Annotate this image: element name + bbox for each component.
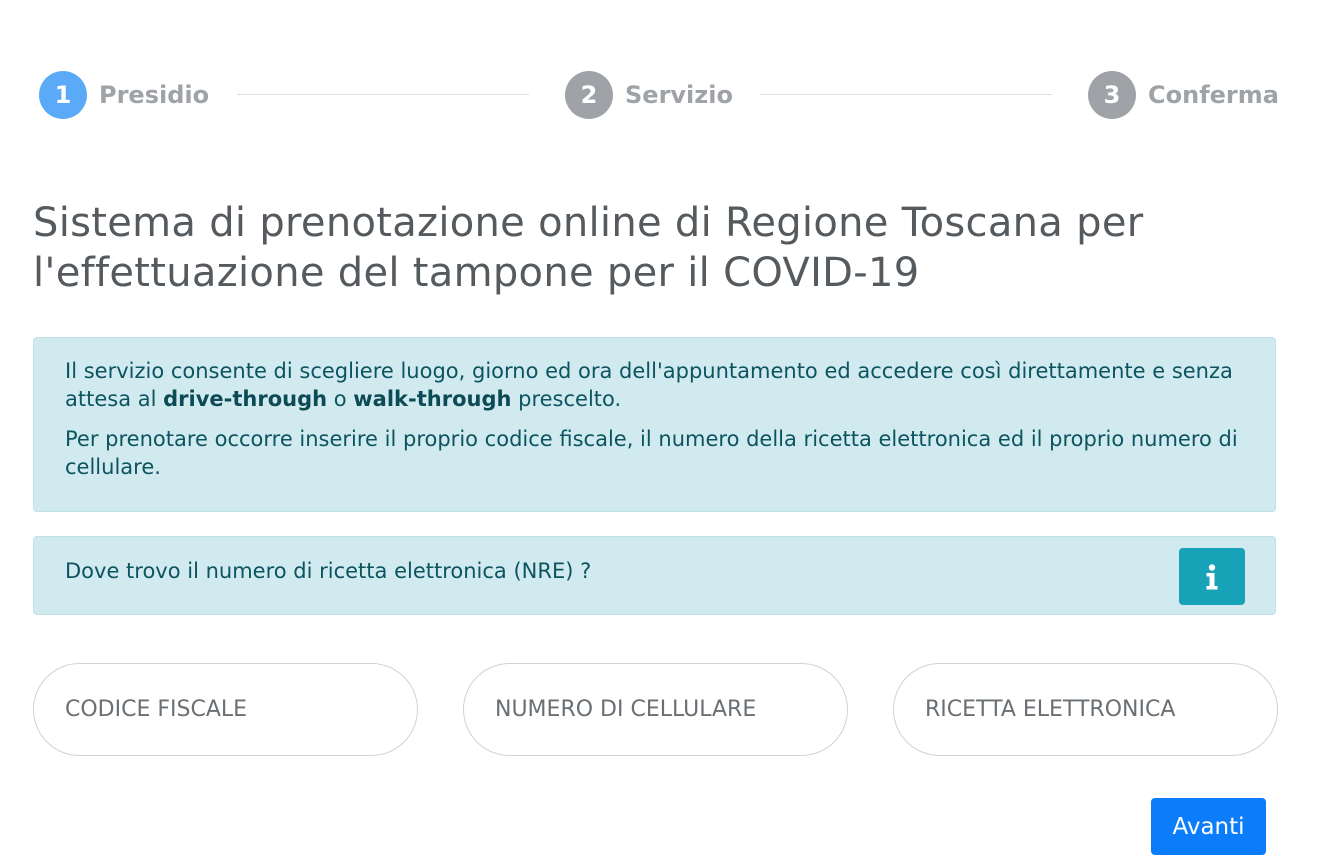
step-servizio: 2 Servizio [565,71,733,119]
info-text: prescelto. [511,387,622,411]
next-button[interactable]: Avanti [1151,798,1266,855]
nre-help-alert: Dove trovo il numero di ricetta elettron… [33,536,1276,615]
cellulare-input[interactable] [463,663,848,756]
step-label-servizio: Servizio [625,81,733,109]
step-label-presidio: Presidio [99,81,210,109]
codice-fiscale-input[interactable] [33,663,418,756]
ricetta-elettronica-input[interactable] [893,663,1278,756]
nre-info-button[interactable] [1179,548,1245,605]
info-paragraph-2: Per prenotare occorre inserire il propri… [65,427,1238,479]
step-number-conferma: 3 [1088,71,1136,119]
booking-page: 1 Presidio 2 Servizio 3 Conferma Sistema… [0,0,1330,862]
info-icon [1206,563,1218,589]
progress-stepper: 1 Presidio 2 Servizio 3 Conferma [0,0,1330,190]
info-bold-walk-through: walk-through [353,387,512,411]
step-presidio: 1 Presidio [39,71,209,119]
page-title: Sistema di prenotazione online di Region… [33,200,1144,296]
info-text: o [327,387,354,411]
step-connector [237,94,529,95]
step-number-presidio: 1 [39,71,87,119]
step-connector [760,94,1052,95]
service-info-alert: Il servizio consente di scegliere luogo,… [33,337,1276,512]
step-label-conferma: Conferma [1148,81,1279,109]
info-paragraph-1: Il servizio consente di scegliere luogo,… [65,357,1244,413]
step-conferma: 3 Conferma [1088,71,1279,119]
step-number-servizio: 2 [565,71,613,119]
nre-question: Dove trovo il numero di ricetta elettron… [65,559,592,583]
info-bold-drive-through: drive-through [163,387,328,411]
